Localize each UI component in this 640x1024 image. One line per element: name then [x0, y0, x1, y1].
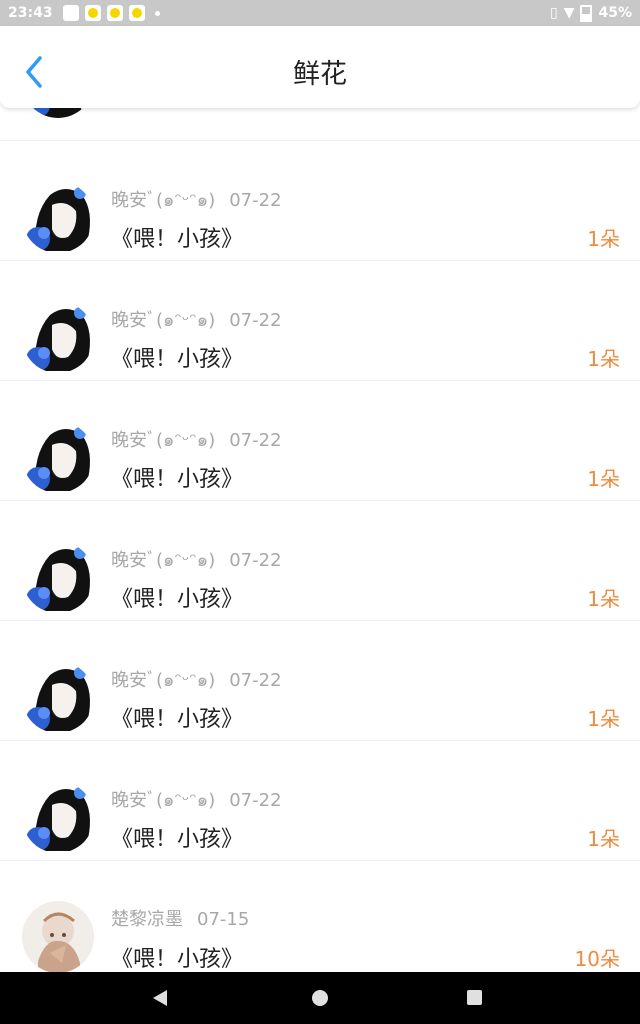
notification-icons [62, 5, 160, 21]
list-item[interactable]: 晚安ﾞ(๑ᵔᵕᵔ๑) 07-22 《喂！小孩》 1朵 [0, 501, 640, 621]
work-title[interactable]: 《喂！小孩》 [111, 221, 243, 253]
item-date: 07-15 [197, 909, 250, 930]
system-status: ▯ ▼ 45% [549, 4, 632, 22]
username[interactable]: 晚安ﾞ(๑ᵔᵕᵔ๑) [111, 310, 215, 331]
flower-count: 10朵 [574, 947, 620, 971]
flower-count: 1朵 [587, 827, 620, 851]
flower-count: 1朵 [587, 467, 620, 491]
username[interactable]: 晚安ﾞ(๑ᵔᵕᵔ๑) [111, 670, 215, 691]
item-meta: 晚安ﾞ(๑ᵔᵕᵔ๑) 07-22 [111, 545, 282, 574]
vibrate-icon: ▯ [549, 5, 558, 21]
flower-count: 1朵 [587, 227, 620, 251]
battery-icon [580, 4, 593, 22]
item-date: 07-22 [229, 550, 282, 571]
flower-count: 1朵 [587, 587, 620, 611]
item-date: 07-22 [229, 190, 282, 211]
dot-icon [154, 10, 160, 16]
item-meta: 晚安ﾞ(๑ᵔᵕᵔ๑) 07-22 [111, 185, 282, 214]
item-meta: 楚黎凉墨 07-15 [111, 905, 249, 931]
username[interactable]: 楚黎凉墨 [111, 909, 183, 930]
avatar [22, 541, 94, 613]
avatar [22, 661, 94, 733]
item-date: 07-22 [229, 670, 282, 691]
work-title[interactable]: 《喂！小孩》 [111, 701, 243, 733]
flower-count: 1朵 [587, 347, 620, 371]
wifi-icon: ▼ [563, 5, 575, 21]
item-meta: 晚安ﾞ(๑ᵔᵕᵔ๑) 07-22 [111, 305, 282, 334]
battery-level: 45% [598, 5, 632, 21]
work-title[interactable]: 《喂！小孩》 [111, 941, 243, 973]
flower-list: 晚安ﾞ(๑ᵔᵕᵔ๑) 07-22 《喂！小孩》 1朵 晚安ﾞ(๑ᵔᵕᵔ๑) 07-2… [0, 46, 640, 981]
item-meta: 晚安ﾞ(๑ᵔᵕᵔ๑) 07-22 [111, 425, 282, 454]
avatar [22, 901, 94, 973]
back-triangle-icon[interactable] [153, 990, 167, 1006]
list-item[interactable]: 晚安ﾞ(๑ᵔᵕᵔ๑) 07-22 《喂！小孩》 1朵 [0, 741, 640, 861]
status-bar: 23:43 ▯ ▼ 45% [0, 0, 640, 26]
list-item[interactable]: 晚安ﾞ(๑ᵔᵕᵔ๑) 07-22 《喂！小孩》 1朵 [0, 621, 640, 741]
recent-square-icon[interactable] [467, 990, 482, 1005]
item-date: 07-22 [229, 790, 282, 811]
work-title[interactable]: 《喂！小孩》 [111, 581, 243, 613]
image-icon [62, 5, 79, 21]
status-time: 23:43 [8, 5, 53, 21]
item-meta: 晚安ﾞ(๑ᵔᵕᵔ๑) 07-22 [111, 665, 282, 694]
app-icon [84, 5, 101, 21]
list-items: 晚安ﾞ(๑ᵔᵕᵔ๑) 07-22 《喂！小孩》 1朵 晚安ﾞ(๑ᵔᵕᵔ๑) 07-2… [0, 141, 640, 981]
item-meta: 晚安ﾞ(๑ᵔᵕᵔ๑) 07-22 [111, 785, 282, 814]
system-nav-bar [0, 972, 640, 1024]
home-circle-icon[interactable] [312, 990, 328, 1006]
app-icon [106, 5, 123, 21]
username[interactable]: 晚安ﾞ(๑ᵔᵕᵔ๑) [111, 430, 215, 451]
avatar [22, 181, 94, 253]
work-title[interactable]: 《喂！小孩》 [111, 461, 243, 493]
item-date: 07-22 [229, 430, 282, 451]
work-title[interactable]: 《喂！小孩》 [111, 341, 243, 373]
app-icon [128, 5, 145, 21]
list-item[interactable]: 晚安ﾞ(๑ᵔᵕᵔ๑) 07-22 《喂！小孩》 1朵 [0, 381, 640, 501]
flower-count: 1朵 [587, 707, 620, 731]
app-header: 鲜花 [0, 26, 640, 108]
avatar [22, 421, 94, 493]
username[interactable]: 晚安ﾞ(๑ᵔᵕᵔ๑) [111, 550, 215, 571]
list-item[interactable]: 楚黎凉墨 07-15 《喂！小孩》 10朵 [0, 861, 640, 981]
avatar [22, 781, 94, 853]
page-title: 鲜花 [293, 59, 347, 90]
list-item[interactable]: 晚安ﾞ(๑ᵔᵕᵔ๑) 07-22 《喂！小孩》 1朵 [0, 141, 640, 261]
avatar [22, 301, 94, 373]
username[interactable]: 晚安ﾞ(๑ᵔᵕᵔ๑) [111, 190, 215, 211]
username[interactable]: 晚安ﾞ(๑ᵔᵕᵔ๑) [111, 790, 215, 811]
work-title[interactable]: 《喂！小孩》 [111, 821, 243, 853]
list-item[interactable]: 晚安ﾞ(๑ᵔᵕᵔ๑) 07-22 《喂！小孩》 1朵 [0, 261, 640, 381]
item-date: 07-22 [229, 310, 282, 331]
